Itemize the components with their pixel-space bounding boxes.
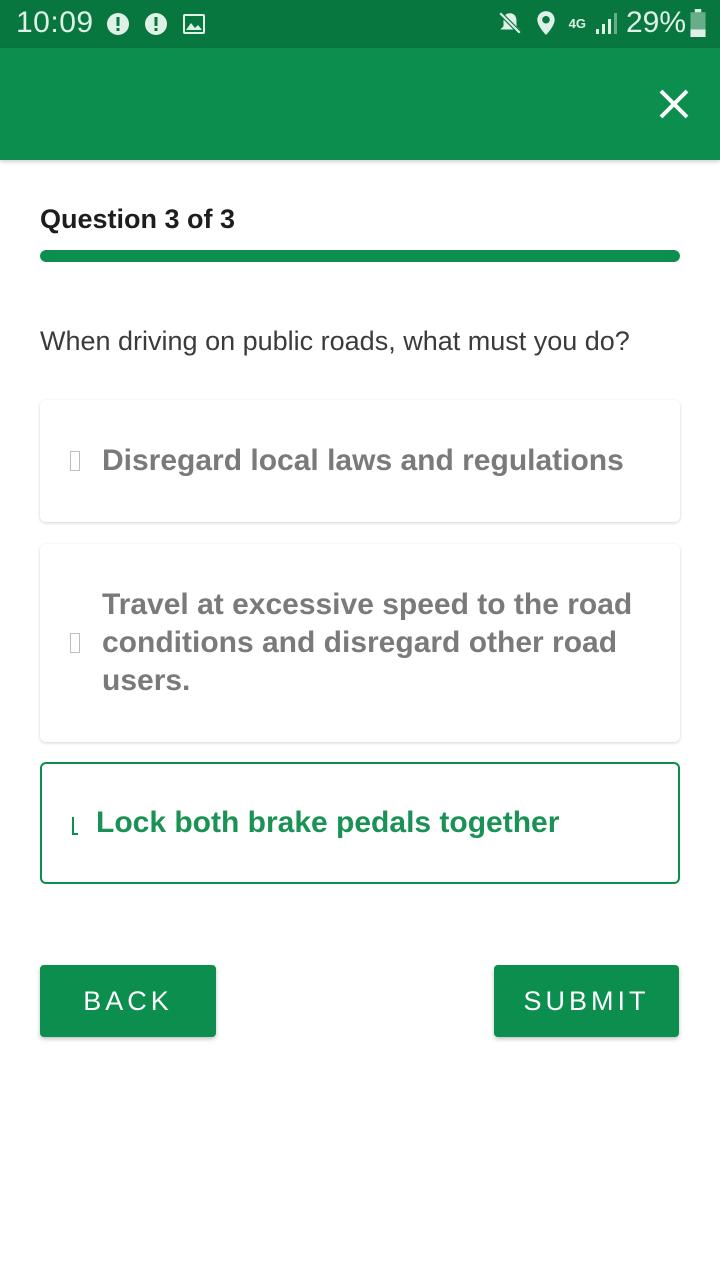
alert-icon	[145, 13, 167, 35]
image-icon	[183, 14, 205, 34]
close-icon[interactable]	[654, 84, 694, 124]
answer-option-2[interactable]: Travel at excessive speed to the road co…	[40, 544, 680, 742]
mute-icon	[498, 11, 521, 35]
answer-option-1[interactable]: Disregard local laws and regulations	[40, 400, 680, 522]
answer-option-label: Disregard local laws and regulations	[102, 444, 624, 477]
alert-icon	[107, 13, 129, 35]
answer-option-label: Travel at excessive speed to the road co…	[102, 588, 633, 697]
battery-percent: 29%	[625, 6, 686, 39]
submit-button[interactable]: SUBMIT	[494, 965, 679, 1037]
network-4g-icon: 4G	[568, 15, 586, 31]
selected-check-icon	[72, 817, 78, 835]
status-bar: 10:09 4G 29%	[0, 0, 720, 48]
location-icon	[536, 11, 555, 35]
status-icons: 4G 29%	[497, 6, 706, 40]
question-counter: Question 3 of 3	[40, 204, 236, 234]
unselected-radio-icon	[70, 451, 80, 471]
question-text: When driving on public roads, what must …	[40, 326, 630, 356]
app-bar	[0, 48, 720, 160]
progress-bar	[40, 250, 680, 262]
status-time: 10:09	[16, 6, 94, 39]
battery-icon	[690, 9, 706, 37]
progress-fill	[40, 250, 680, 262]
answer-option-3-selected[interactable]: Lock both brake pedals together	[40, 762, 680, 884]
back-button[interactable]: BACK	[40, 965, 216, 1037]
unselected-radio-icon	[70, 633, 80, 653]
signal-icon	[595, 13, 617, 34]
answer-option-label: Lock both brake pedals together	[96, 806, 560, 839]
